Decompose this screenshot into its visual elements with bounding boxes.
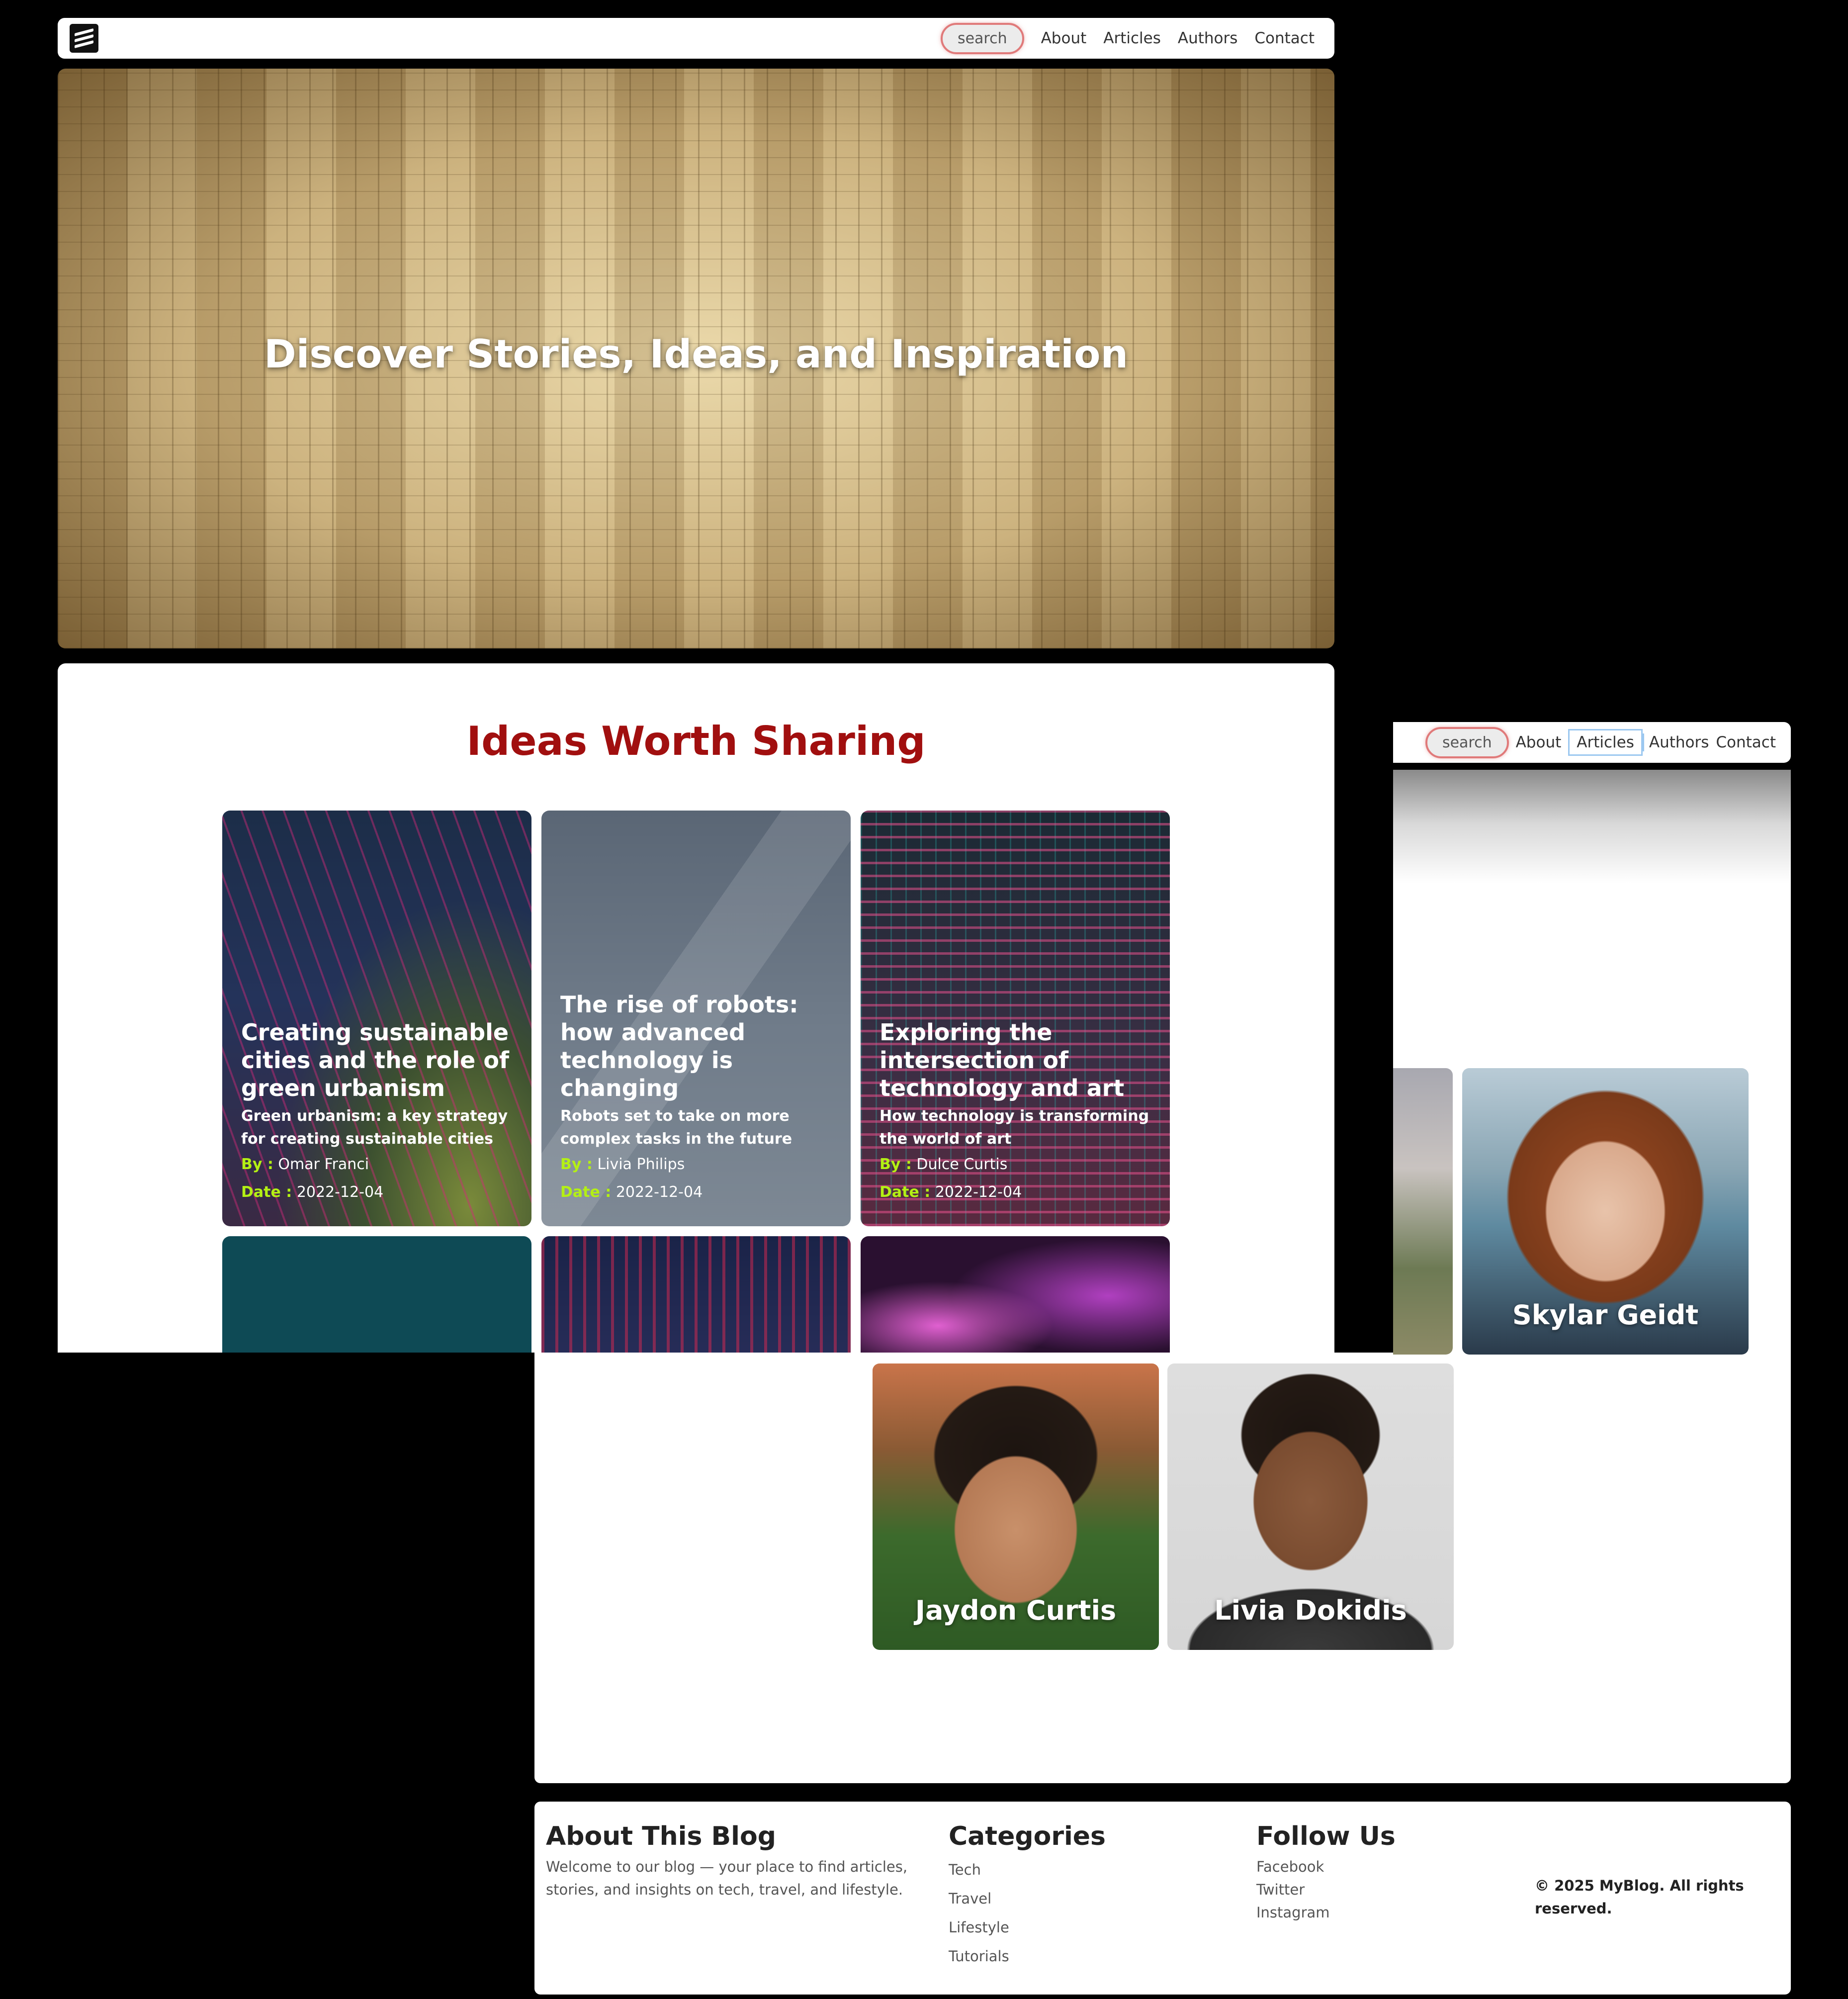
author-name: Jaydon Curtis [915, 1595, 1117, 1626]
article-date: Date : 2022-12-04 [880, 1183, 1022, 1201]
footer-link-travel[interactable]: Travel [949, 1884, 1106, 1913]
search-button[interactable]: search [940, 22, 1024, 54]
navbar-secondary: search About Articles Authors Contact [1393, 722, 1791, 763]
footer-about-text: Welcome to our blog — your place to find… [546, 1858, 908, 1875]
article-subtitle: How technology is transforming the world… [880, 1107, 1149, 1148]
article-card[interactable]: Exploring the intersection of technology… [861, 811, 1170, 1226]
author-name: Livia Dokidis [1214, 1595, 1407, 1626]
footer-link-instagram[interactable]: Instagram [1256, 1901, 1396, 1924]
footer-about-title: About This Blog [546, 1821, 776, 1851]
article-title: Exploring the intersection of technology… [880, 1019, 1125, 1101]
nav-links: search About Articles Authors Contact [940, 22, 1315, 54]
article-subtitle: Green urbanism: a key strategy for creat… [241, 1107, 508, 1148]
footer-link-tutorials[interactable]: Tutorials [949, 1942, 1106, 1971]
navbar-main: search About Articles Authors Contact [58, 18, 1334, 59]
footer-link-lifestyle[interactable]: Lifestyle [949, 1913, 1106, 1942]
author-card[interactable]: Skylar Geidt [1462, 1068, 1749, 1355]
footer: About This Blog Welcome to our blog — yo… [534, 1802, 1791, 1995]
footer-categories: Categories Tech Travel Lifestyle Tutoria… [949, 1821, 1106, 1971]
footer-about: About This Blog Welcome to our blog — yo… [546, 1821, 907, 1901]
search-button[interactable]: search [1425, 727, 1509, 758]
article-author: By : Omar Franci [241, 1156, 369, 1173]
copyright-text: © 2025 MyBlog. All rights [1535, 1877, 1744, 1894]
footer-categories-title: Categories [949, 1821, 1106, 1851]
nav-contact[interactable]: Contact [1254, 29, 1315, 47]
footer-link-twitter[interactable]: Twitter [1256, 1878, 1396, 1901]
article-date: Date : 2022-12-04 [241, 1183, 384, 1201]
nav-contact[interactable]: Contact [1716, 733, 1776, 751]
author-card[interactable]: Livia Dokidis [1167, 1363, 1454, 1650]
article-card[interactable] [541, 1236, 851, 1353]
author-name: Skylar Geidt [1512, 1299, 1699, 1331]
article-subtitle: Robots set to take on more complex tasks… [560, 1107, 792, 1148]
article-card[interactable]: Creating sustainable cities and the role… [222, 811, 531, 1226]
footer-link-tech[interactable]: Tech [949, 1855, 1106, 1884]
authors-panel [534, 1353, 1791, 1783]
footer-link-facebook[interactable]: Facebook [1256, 1855, 1396, 1878]
nav-articles[interactable]: Articles [1568, 729, 1643, 756]
footer-copyright: © 2025 MyBlog. All rights reserved. [1535, 1874, 1744, 1920]
hero-banner: Discover Stories, Ideas, and Inspiration [58, 69, 1334, 648]
copyright-text: reserved. [1535, 1900, 1612, 1917]
article-card[interactable] [861, 1236, 1170, 1353]
articles-panel: Ideas Worth Sharing Creating sustainable… [58, 663, 1334, 1353]
nav-authors[interactable]: Authors [1178, 29, 1238, 47]
author-card[interactable]: Jaydon Curtis [873, 1363, 1159, 1650]
author-card[interactable] [1393, 1068, 1453, 1355]
nav-articles[interactable]: Articles [1103, 29, 1161, 47]
section-title: Ideas Worth Sharing [466, 718, 926, 764]
hero-title: Discover Stories, Ideas, and Inspiration [264, 332, 1128, 377]
article-card[interactable] [222, 1236, 531, 1353]
nav-about[interactable]: About [1041, 29, 1087, 47]
footer-follow-title: Follow Us [1256, 1821, 1396, 1851]
article-date: Date : 2022-12-04 [560, 1183, 703, 1201]
nav-links: search About Articles Authors Contact [1425, 727, 1776, 758]
article-author: By : Livia Philips [560, 1156, 685, 1173]
article-title: The rise of robots: how advanced technol… [560, 991, 798, 1101]
nav-about[interactable]: About [1516, 733, 1562, 751]
logo-books-icon[interactable] [70, 24, 98, 53]
article-title: Creating sustainable cities and the role… [241, 1019, 509, 1101]
article-author: By : Dulce Curtis [880, 1156, 1008, 1173]
footer-social: Follow Us Facebook Twitter Instagram [1256, 1821, 1396, 1924]
nav-authors[interactable]: Authors [1642, 733, 1709, 751]
article-card[interactable]: The rise of robots: how advanced technol… [541, 811, 851, 1226]
footer-about-text: stories, and insights on tech, travel, a… [546, 1881, 903, 1898]
authors-hero-fade [1393, 770, 1791, 1068]
